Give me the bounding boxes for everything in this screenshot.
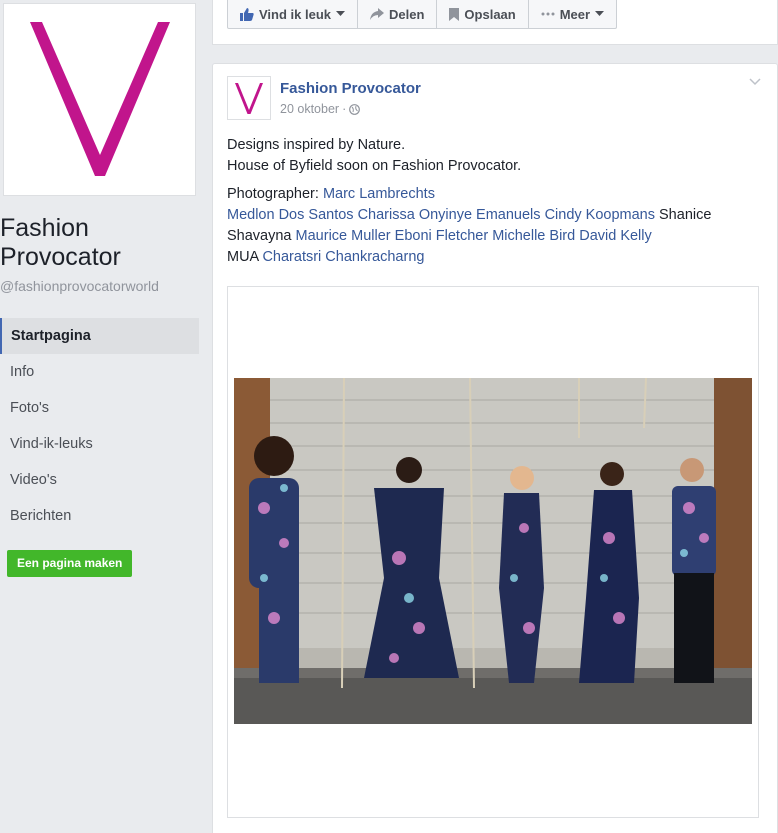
- more-label: Meer: [559, 6, 591, 22]
- photographer-link[interactable]: Marc Lambrechts: [323, 186, 435, 202]
- nav-item-info[interactable]: Info: [0, 354, 199, 390]
- more-dots-icon: [541, 12, 555, 16]
- v-logo-icon: [235, 83, 263, 114]
- mua-label: MUA: [227, 249, 259, 265]
- post-author-name[interactable]: Fashion Provocator: [280, 80, 421, 97]
- post-meta: 20 oktober ·: [280, 102, 361, 116]
- post-photo: [234, 378, 752, 724]
- page-profile-picture[interactable]: [3, 3, 196, 196]
- save-label: Opslaan: [464, 6, 516, 22]
- left-column: Fashion Provocator @fashionprovocatorwor…: [0, 0, 205, 833]
- post-text: Designs inspired by Nature. House of Byf…: [227, 135, 767, 275]
- model-link[interactable]: Michelle Bird: [492, 228, 575, 244]
- post-card: Fashion Provocator 20 oktober · Designs …: [212, 63, 778, 833]
- thumbs-up-icon: [240, 8, 254, 21]
- globe-icon[interactable]: [349, 103, 361, 115]
- create-page-button[interactable]: Een pagina maken: [7, 550, 133, 577]
- nav-item-videos[interactable]: Video's: [0, 462, 199, 498]
- post-paragraph-1: Designs inspired by Nature. House of Byf…: [227, 135, 767, 177]
- post-paragraph-credits: Photographer: Marc Lambrechts Medlon Dos…: [227, 184, 767, 268]
- photographer-label: Photographer:: [227, 186, 319, 202]
- page-actions-card: Vind ik leuk Delen Opslaan Meer: [212, 0, 778, 45]
- v-logo-icon: [30, 22, 170, 176]
- caret-down-icon: [336, 11, 346, 16]
- caret-down-icon: [595, 11, 605, 16]
- more-button[interactable]: Meer: [529, 0, 616, 28]
- nav-item-photos[interactable]: Foto's: [0, 390, 199, 426]
- like-label: Vind ik leuk: [259, 6, 332, 22]
- post-line-2: House of Byfield soon on Fashion Provoca…: [227, 158, 522, 174]
- post-line-1: Designs inspired by Nature.: [227, 137, 406, 153]
- share-label: Delen: [389, 6, 425, 22]
- page-nav: Startpagina Info Foto's Vind-ik-leuks Vi…: [0, 318, 199, 534]
- model-link[interactable]: Eboni Fletcher: [395, 228, 489, 244]
- nav-item-posts[interactable]: Berichten: [0, 498, 199, 534]
- post-options-chevron-icon[interactable]: [749, 78, 761, 86]
- share-arrow-icon: [370, 8, 385, 20]
- bookmark-icon: [449, 7, 460, 21]
- nav-item-likes[interactable]: Vind-ik-leuks: [0, 426, 199, 462]
- page-title: Fashion Provocator: [0, 214, 121, 271]
- like-button[interactable]: Vind ik leuk: [228, 0, 359, 28]
- nav-item-startpagina[interactable]: Startpagina: [0, 318, 199, 354]
- mua-link[interactable]: Charatsri Chankracharng: [262, 249, 424, 265]
- share-button[interactable]: Delen: [358, 0, 438, 28]
- post-date[interactable]: 20 oktober: [280, 102, 339, 116]
- page-actions-bar: Vind ik leuk Delen Opslaan Meer: [227, 0, 618, 29]
- post-author-avatar[interactable]: [227, 76, 271, 120]
- model-link[interactable]: Medlon Dos Santos: [227, 207, 354, 223]
- post-photo-frame[interactable]: [227, 286, 759, 818]
- model-link[interactable]: Charissa Onyinye Emanuels: [358, 207, 541, 223]
- model-link[interactable]: David Kelly: [579, 228, 652, 244]
- save-button[interactable]: Opslaan: [437, 0, 529, 28]
- model-link[interactable]: Maurice Muller: [296, 228, 391, 244]
- page-handle: @fashionprovocatorworld: [0, 278, 159, 294]
- meta-separator: ·: [342, 102, 347, 116]
- model-link[interactable]: Cindy Koopmans: [545, 207, 655, 223]
